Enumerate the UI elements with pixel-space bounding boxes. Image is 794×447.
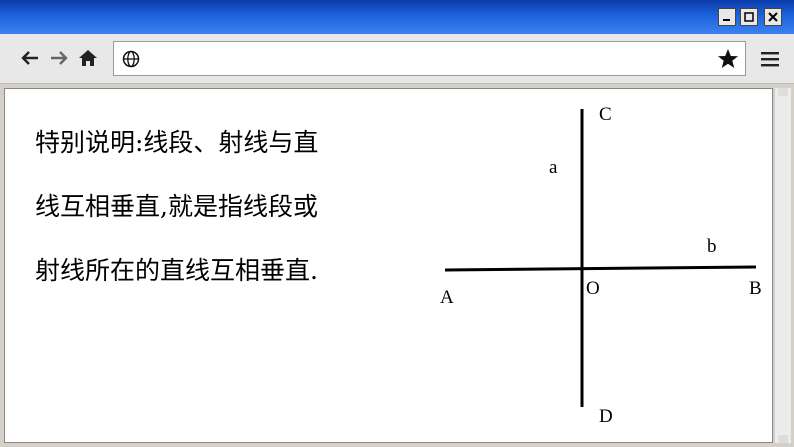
menu-button[interactable] <box>757 46 783 72</box>
horizontal-line-ab <box>444 265 757 272</box>
home-icon <box>79 50 97 66</box>
star-icon[interactable] <box>717 48 739 70</box>
label-b: B <box>749 278 762 299</box>
browser-toolbar <box>0 34 794 84</box>
label-o: O <box>586 278 600 299</box>
label-a: A <box>440 287 454 308</box>
vertical-scrollbar[interactable] <box>774 88 791 443</box>
minimize-button[interactable] <box>718 8 736 26</box>
close-icon <box>768 12 778 22</box>
label-d: D <box>599 406 613 427</box>
forward-arrow-icon <box>51 51 68 65</box>
scroll-down-button[interactable] <box>778 435 788 443</box>
window-titlebar <box>0 0 794 34</box>
page-content: 特别说明:线段、射线与直 线互相垂直,就是指线段或 射线所在的直线互相垂直. C… <box>4 88 773 443</box>
perpendicular-lines-figure: C D A B O a b <box>440 104 762 427</box>
hamburger-menu-icon <box>761 52 779 67</box>
back-button[interactable] <box>18 46 42 70</box>
address-bar[interactable] <box>113 41 746 76</box>
globe-icon <box>122 50 140 68</box>
minimize-icon <box>723 19 730 21</box>
forward-button[interactable] <box>47 46 71 70</box>
home-button[interactable] <box>76 46 100 70</box>
label-c: C <box>599 104 612 125</box>
label-line-a: a <box>549 157 558 178</box>
maximize-button[interactable] <box>740 8 758 26</box>
maximize-icon <box>744 12 754 22</box>
scroll-up-button[interactable] <box>778 88 788 96</box>
label-line-b: b <box>707 236 717 257</box>
close-button[interactable] <box>764 8 782 26</box>
back-arrow-icon <box>21 51 38 65</box>
